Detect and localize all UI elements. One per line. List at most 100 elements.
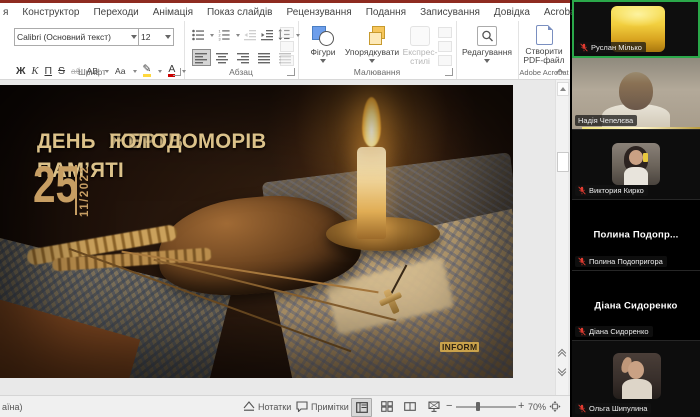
decrease-indent-icon[interactable] <box>244 29 257 41</box>
next-slide-icon[interactable] <box>558 366 566 374</box>
tab-recording[interactable]: Записування <box>420 7 480 18</box>
tab-insert-partial[interactable]: я <box>3 7 8 18</box>
muted-mic-icon <box>578 186 586 195</box>
quick-styles-button[interactable]: Експрес- стилі <box>400 26 440 66</box>
pdf-file-icon <box>536 25 553 45</box>
slide-date-monthyear: 11/2022 <box>79 163 91 217</box>
avatar-top <box>624 167 648 185</box>
ribbon-tabs-bar: я Конструктор Переходи Анімація Показ сл… <box>0 3 570 21</box>
participant-tile-olha[interactable]: Ольга Шипулина <box>572 341 700 417</box>
tab-transitions[interactable]: Переходи <box>93 7 138 18</box>
reading-view-button[interactable] <box>400 398 419 415</box>
previous-slide-icon[interactable] <box>558 350 566 358</box>
align-right-button[interactable] <box>234 49 253 66</box>
participant-tile-nadiia[interactable]: Надія Чепелєва <box>572 58 700 130</box>
video-person-head <box>619 72 653 110</box>
scrollbar-thumb[interactable] <box>557 152 569 172</box>
shape-outline-icon[interactable] <box>438 41 452 52</box>
font-dialog-launcher[interactable] <box>173 68 181 76</box>
slide-sorter-view-button[interactable] <box>377 398 396 415</box>
normal-view-button[interactable] <box>351 398 372 417</box>
participant-tile-ruslan[interactable]: Руслан Мілько <box>572 0 700 58</box>
participant-avatar <box>613 353 661 399</box>
editing-group: Редагування <box>456 21 519 79</box>
participant-name: Надія Чепелєва <box>578 116 633 125</box>
editing-icon-box <box>477 26 497 46</box>
comments-label: Примітки <box>311 402 349 412</box>
notes-icon <box>243 401 255 412</box>
zoom-level[interactable]: 70% <box>528 402 546 412</box>
slide-canvas[interactable]: ДЕНЬ ПАМ’ЯТІ ЖЕРТВ ГОЛОДОМОРІВ 25 11/202… <box>0 85 513 378</box>
tab-slideshow[interactable]: Показ слайдів <box>207 7 273 18</box>
participant-avatar <box>612 143 660 185</box>
shape-fill-icon[interactable] <box>438 27 452 38</box>
search-icon <box>481 30 494 42</box>
create-pdf-button[interactable]: Створити PDF-файл <box>521 25 567 65</box>
tab-animations[interactable]: Анімація <box>153 7 193 18</box>
font-size-value: 12 <box>141 32 150 42</box>
participant-name: Руслан Мілько <box>591 43 642 52</box>
tab-review[interactable]: Рецензування <box>287 7 352 18</box>
participant-name-label: Руслан Мілько <box>577 42 646 53</box>
participant-tile-diana[interactable]: Діана Сидоренко Діана Сидоренко <box>572 271 700 341</box>
tab-design[interactable]: Конструктор <box>22 7 79 18</box>
numbering-icon[interactable] <box>218 29 231 41</box>
participant-name: Виктория Кирко <box>589 186 644 195</box>
comments-button[interactable]: Примітки <box>296 396 349 417</box>
slideshow-view-button[interactable] <box>424 398 443 415</box>
align-center-button[interactable] <box>213 49 232 66</box>
tab-help[interactable]: Довідка <box>494 7 530 18</box>
avatar-face <box>628 361 644 379</box>
vertical-scrollbar[interactable] <box>555 80 568 396</box>
reading-view-icon <box>404 401 416 412</box>
avatar-top <box>622 379 652 399</box>
ribbon: Calibri (Основний текст) 12 Ж К П S аб А… <box>0 21 570 80</box>
editing-button[interactable]: Редагування <box>459 26 515 63</box>
language-indicator[interactable]: аїна) <box>2 396 22 417</box>
scroll-up-icon[interactable] <box>557 82 569 96</box>
participant-name-label: Надія Чепелєва <box>575 115 637 126</box>
screen: я Конструктор Переходи Анімація Показ сл… <box>0 0 700 417</box>
justify-button[interactable] <box>255 49 274 66</box>
align-right-icon <box>237 52 250 64</box>
participant-name-label: Ольга Шипулина <box>575 403 651 414</box>
avatar-face <box>629 150 643 165</box>
zoom-slider-thumb[interactable] <box>476 402 480 411</box>
participant-tile-polina[interactable]: Полина Подопр... Полина Подопригора <box>572 200 700 271</box>
align-center-icon <box>216 52 229 64</box>
paragraph-minor-buttons <box>280 27 294 66</box>
shape-effects-icon[interactable] <box>438 55 452 66</box>
fit-to-window-icon <box>549 401 561 412</box>
participant-tile-viktoriia[interactable]: Виктория Кирко <box>572 130 700 200</box>
font-name-combobox[interactable]: Calibri (Основний текст) <box>14 28 140 46</box>
arrange-button[interactable]: Упорядкувати <box>344 26 400 63</box>
participant-display-name: Діана Сидоренко <box>572 300 700 311</box>
text-direction-icon[interactable] <box>280 27 294 38</box>
quick-styles-icon <box>410 26 430 46</box>
collapse-ribbon-icon[interactable] <box>557 68 564 75</box>
drawing-dialog-launcher[interactable] <box>445 68 453 76</box>
font-name-value: Calibri (Основний текст) <box>17 32 111 42</box>
arrange-label: Упорядкувати <box>345 48 399 57</box>
fit-to-window-button[interactable] <box>545 398 564 415</box>
status-bar: аїна) Нотатки Примітки − + 70% <box>0 395 570 417</box>
smartart-convert-icon[interactable] <box>280 55 294 66</box>
font-size-combobox[interactable]: 12 <box>138 28 174 46</box>
bullets-icon[interactable] <box>192 29 205 41</box>
align-text-icon[interactable] <box>280 41 294 52</box>
zoom-slider-track[interactable] <box>456 406 516 408</box>
powerpoint-window: я Конструктор Переходи Анімація Показ сл… <box>0 0 570 417</box>
notes-button[interactable]: Нотатки <box>243 396 291 417</box>
shapes-button[interactable]: Фігури <box>304 26 342 63</box>
align-left-button[interactable] <box>192 49 211 66</box>
paragraph-dialog-launcher[interactable] <box>287 68 295 76</box>
tab-view[interactable]: Подання <box>366 7 406 18</box>
zoom-out-icon[interactable]: − <box>446 400 452 412</box>
create-pdf-label2: PDF-файл <box>523 56 564 65</box>
paragraph-group: Абзац <box>184 21 299 79</box>
increase-indent-icon[interactable] <box>261 29 274 41</box>
arrange-icon <box>361 26 383 46</box>
zoom-in-icon[interactable]: + <box>518 400 524 412</box>
comments-icon <box>296 401 308 412</box>
participant-display-name: Полина Подопр... <box>572 230 700 241</box>
